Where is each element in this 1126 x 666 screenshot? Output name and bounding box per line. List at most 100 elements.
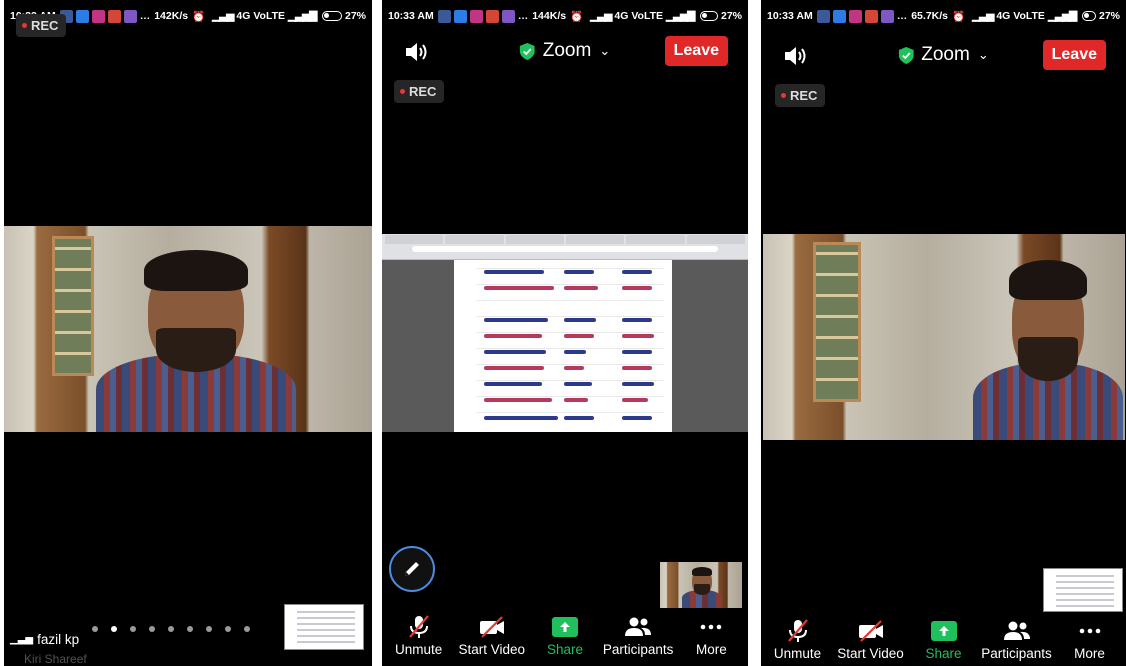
phone-screen-right: 10:33 AM … 65.7K/s ⏰ ▁▃▅ 4G VoLTE ▁▃▅▇ 2… bbox=[761, 0, 1126, 666]
participants-label: Participants bbox=[981, 646, 1052, 661]
start-video-button[interactable]: Start Video bbox=[457, 614, 527, 657]
notification-icons: … bbox=[816, 9, 907, 23]
page-dot[interactable] bbox=[206, 626, 212, 632]
page-dot[interactable] bbox=[187, 626, 193, 632]
share-button[interactable]: Share bbox=[909, 618, 979, 661]
meeting-toolbar: Unmute Start Video Share Participants Mo… bbox=[382, 610, 748, 666]
phone-screen-left: 10:33 AM … 142K/s ⏰ ▁▃▅ 4G VoLTE ▁▃▅▇ 27… bbox=[4, 0, 372, 666]
app-icon bbox=[453, 9, 467, 23]
window-image bbox=[52, 236, 94, 376]
status-bar: 10:33 AM … 65.7K/s ⏰ ▁▃▅ 4G VoLTE ▁▃▅▇ 2… bbox=[767, 6, 1120, 26]
start-video-label: Start Video bbox=[458, 642, 526, 657]
meeting-title[interactable]: Zoom ⌄ bbox=[898, 44, 989, 66]
browser-bar bbox=[382, 234, 748, 260]
shared-screen-thumbnail[interactable] bbox=[284, 604, 364, 650]
net-speed: 142K/s bbox=[154, 10, 189, 22]
rec-label: REC bbox=[31, 18, 59, 33]
notification-icons: … bbox=[437, 9, 528, 23]
recording-badge: REC bbox=[394, 80, 445, 103]
app-title: Zoom bbox=[542, 40, 592, 61]
share-button[interactable]: Share bbox=[530, 614, 600, 657]
app-icon bbox=[832, 9, 846, 23]
network-type: 4G VoLTE bbox=[614, 10, 664, 22]
speaker-icon[interactable] bbox=[783, 44, 809, 68]
start-video-button[interactable]: Start Video bbox=[836, 618, 906, 661]
speaker-icon[interactable] bbox=[404, 40, 430, 64]
video-off-icon bbox=[858, 620, 883, 642]
page-dot[interactable] bbox=[244, 626, 250, 632]
rec-dot-icon bbox=[781, 93, 786, 98]
leave-button[interactable]: Leave bbox=[664, 36, 728, 66]
phone-screen-middle: 10:33 AM … 144K/s ⏰ ▁▃▅ 4G VoLTE ▁▃▅▇ 27… bbox=[382, 0, 748, 666]
facebook-icon bbox=[816, 9, 830, 23]
notification-icons: … bbox=[59, 9, 151, 23]
participants-button[interactable]: Participants bbox=[981, 618, 1052, 661]
page-dot[interactable] bbox=[92, 626, 98, 632]
participants-label: Participants bbox=[602, 642, 674, 657]
start-video-label: Start Video bbox=[837, 646, 904, 661]
page-dot[interactable] bbox=[168, 626, 174, 632]
chevron-down-icon: ⌄ bbox=[599, 43, 611, 58]
app-title: Zoom bbox=[921, 44, 970, 65]
recording-badge: REC bbox=[775, 84, 826, 107]
meeting-title[interactable]: Zoom ⌄ bbox=[519, 40, 611, 62]
instagram-icon bbox=[848, 9, 862, 23]
page-dot[interactable] bbox=[225, 626, 231, 632]
self-person bbox=[682, 566, 722, 608]
speaker-person bbox=[973, 256, 1123, 440]
app-icon bbox=[123, 9, 137, 23]
alarm-icon: ⏰ bbox=[570, 10, 584, 23]
annotate-pen-button[interactable] bbox=[389, 546, 435, 592]
recording-badge: REC bbox=[16, 14, 67, 37]
shared-screen-thumbnail[interactable] bbox=[1043, 568, 1123, 612]
app-icon bbox=[75, 9, 89, 23]
participants-icon bbox=[1003, 621, 1030, 640]
page-dot-active[interactable] bbox=[111, 626, 117, 632]
page-dot[interactable] bbox=[149, 626, 155, 632]
video-off-icon bbox=[479, 616, 504, 638]
unmute-label: Unmute bbox=[773, 646, 822, 661]
instagram-icon bbox=[469, 9, 483, 23]
speaker-video[interactable] bbox=[763, 234, 1125, 440]
battery-level: 27% bbox=[1098, 10, 1120, 22]
gmail-icon bbox=[485, 9, 499, 23]
rec-label: REC bbox=[409, 84, 437, 99]
battery-level: 27% bbox=[720, 10, 742, 22]
meeting-top-bar: Zoom ⌄ Leave bbox=[382, 32, 748, 72]
unmute-label: Unmute bbox=[394, 642, 443, 657]
rec-dot-icon bbox=[22, 23, 27, 28]
page-dot[interactable] bbox=[130, 626, 136, 632]
instagram-icon bbox=[91, 9, 105, 23]
unmute-button[interactable]: Unmute bbox=[384, 614, 454, 657]
battery-icon bbox=[322, 11, 342, 21]
speaker-video[interactable] bbox=[4, 226, 372, 432]
share-arrow-icon bbox=[551, 617, 578, 637]
pen-icon bbox=[405, 562, 419, 576]
network-type: 4G VoLTE bbox=[996, 10, 1045, 22]
page-indicator[interactable] bbox=[92, 626, 250, 632]
participant-name: fazil kp bbox=[37, 632, 80, 647]
more-button[interactable]: More bbox=[1055, 618, 1125, 661]
participants-icon bbox=[625, 617, 652, 636]
network-type: 4G VoLTE bbox=[236, 10, 286, 22]
alarm-icon: ⏰ bbox=[952, 10, 966, 23]
battery-icon bbox=[1082, 11, 1096, 21]
more-notifications: … bbox=[139, 9, 151, 22]
participants-button[interactable]: Participants bbox=[603, 614, 673, 657]
app-icon bbox=[880, 9, 894, 23]
gmail-icon bbox=[864, 9, 878, 23]
meeting-top-bar: Zoom ⌄ Leave bbox=[761, 36, 1126, 76]
signal-icon: ▁▃▅ bbox=[590, 10, 612, 22]
shared-document-page bbox=[454, 260, 672, 432]
leave-button[interactable]: Leave bbox=[1042, 40, 1106, 70]
rec-dot-icon bbox=[400, 89, 405, 94]
status-time: 10:33 AM bbox=[388, 10, 434, 22]
self-video-thumbnail[interactable] bbox=[660, 562, 742, 608]
more-button[interactable]: More bbox=[676, 614, 746, 657]
unmute-button[interactable]: Unmute bbox=[763, 618, 833, 661]
share-label: Share bbox=[546, 642, 583, 657]
signal-icon: ▁▃▅▇ bbox=[666, 10, 695, 22]
shared-screen[interactable] bbox=[382, 234, 748, 432]
more-label: More bbox=[695, 642, 727, 657]
meeting-toolbar: Unmute Start Video Share Participants Mo… bbox=[761, 614, 1126, 666]
